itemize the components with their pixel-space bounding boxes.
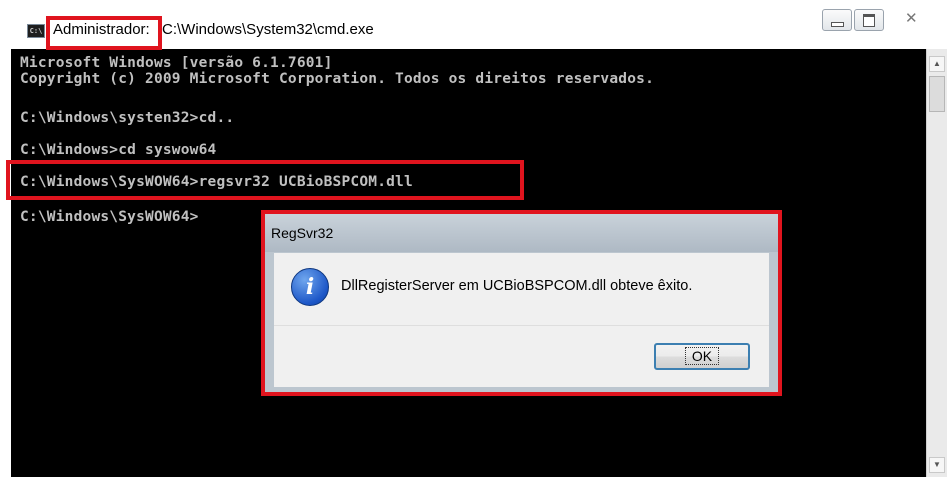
minimize-button[interactable]: [822, 9, 852, 31]
highlight-command-box: [6, 160, 524, 200]
scroll-up-icon[interactable]: ▲: [929, 56, 945, 72]
scroll-down-icon[interactable]: ▼: [929, 457, 945, 473]
minimize-icon: [831, 22, 844, 27]
close-button[interactable]: ✕: [896, 9, 924, 29]
cmd-app-icon: C:\: [27, 24, 45, 38]
console-line-syswow64: C:\Windows>cd syswow64: [20, 142, 217, 158]
vertical-scrollbar[interactable]: [926, 49, 947, 477]
window-title-path: C:\Windows\System32\cmd.exe: [162, 21, 374, 38]
console-line-cd: C:\Windows\systen32>cd..: [20, 110, 235, 126]
console-line-version: Microsoft Windows [versão 6.1.7601]: [20, 55, 333, 71]
console-line-copyright: Copyright (c) 2009 Microsoft Corporation…: [20, 71, 655, 87]
console-line-prompt: C:\Windows\SysWOW64>: [20, 209, 199, 225]
highlight-title-box: [46, 16, 162, 50]
scroll-thumb[interactable]: [929, 76, 945, 112]
close-icon: ✕: [905, 10, 918, 27]
maximize-icon: [863, 14, 875, 27]
maximize-button[interactable]: [854, 9, 884, 31]
highlight-dialog-box: [261, 210, 782, 396]
